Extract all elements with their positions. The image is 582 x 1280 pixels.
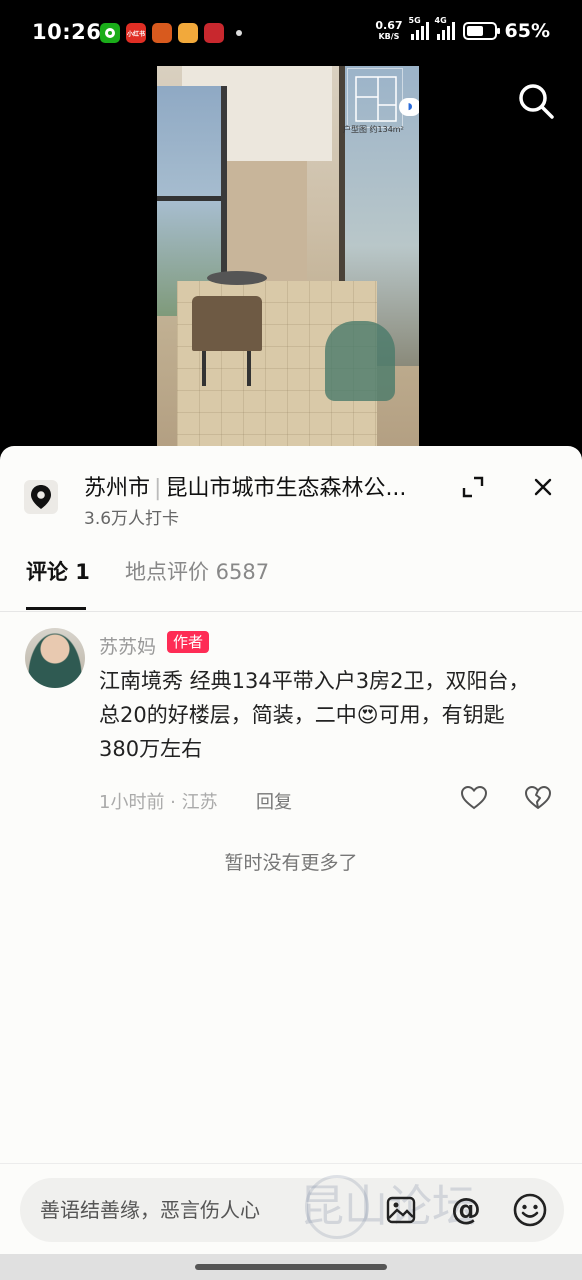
- heart-icon: [460, 785, 488, 810]
- comment-text[interactable]: 江南境秀 经典134平带入户3房2卫，双阳台，总20的好楼层，简装，二中😍可用，…: [99, 664, 539, 766]
- mention-button[interactable]: @: [448, 1192, 484, 1228]
- more-notifications-dot: [236, 30, 242, 36]
- xiaohongshu-app-icon: 小红书: [126, 23, 146, 43]
- headset-icon[interactable]: ◗: [399, 98, 419, 116]
- location-checkins: 3.6万人打卡: [84, 509, 180, 529]
- battery-icon: [462, 22, 500, 40]
- shopping-app-icon: [152, 23, 172, 43]
- image-icon: [386, 1196, 416, 1224]
- author-badge: 作者: [167, 631, 210, 653]
- comment-meta: 1小时前 · 江苏: [99, 792, 218, 813]
- comment-input[interactable]: [40, 1178, 340, 1242]
- battery-percent: 65%: [504, 20, 550, 42]
- expand-icon: [462, 476, 484, 498]
- status-time: 10:26: [32, 20, 102, 44]
- tab-comments[interactable]: 评论 1: [26, 556, 90, 586]
- balcony-photo: 户型图 约134m² ◗: [157, 66, 419, 450]
- status-bar: 10:26 小红书 0.67 KB/S 5G 4G 65%: [0, 0, 582, 66]
- comment-input-bar: 昆山论坛 @: [0, 1163, 582, 1280]
- signal-4g-label: 4G: [434, 16, 447, 25]
- active-tab-indicator: [26, 607, 86, 610]
- search-icon: [519, 84, 554, 119]
- network-speed: 0.67 KB/S: [375, 20, 402, 42]
- comments-sheet: 苏州市 | 昆山市城市生态森林公... 3.6万人打卡 评论 1 地点评价 6587…: [0, 446, 582, 1280]
- floorplan-label: 户型图 约134m²: [343, 125, 404, 134]
- location-separator: |: [154, 476, 162, 501]
- video-player[interactable]: 户型图 约134m² ◗: [0, 66, 582, 456]
- floorplan-thumbnail: [347, 68, 403, 128]
- image-button[interactable]: [385, 1194, 417, 1226]
- status-indicators: 0.67 KB/S 5G 4G 65%: [375, 16, 550, 42]
- location-title[interactable]: 苏州市 | 昆山市城市生态森林公...: [84, 470, 444, 502]
- food-app-icon: [178, 23, 198, 43]
- signal-5g-label: 5G: [408, 16, 421, 25]
- signal-5g-icon: 5G: [409, 16, 429, 40]
- emoji-button[interactable]: [512, 1192, 548, 1228]
- signal-4g-icon: 4G: [435, 16, 455, 40]
- close-button[interactable]: [530, 474, 556, 500]
- like-button[interactable]: [460, 784, 488, 812]
- location-place: 昆山市城市生态森林公...: [165, 476, 407, 501]
- heart-eyes-emoji: 😍: [356, 703, 379, 727]
- reply-button[interactable]: 回复: [256, 788, 292, 814]
- broken-heart-icon: [525, 786, 551, 809]
- avatar[interactable]: [25, 628, 85, 688]
- tab-location-reviews[interactable]: 地点评价 6587: [125, 556, 269, 586]
- location-pin-icon: [24, 480, 58, 514]
- no-more-comments: 暂时没有更多了: [224, 852, 358, 874]
- battery-level: [466, 26, 484, 36]
- comment-input-container: 昆山论坛 @: [20, 1175, 564, 1242]
- dislike-button[interactable]: [524, 784, 552, 812]
- location-city: 苏州市: [84, 476, 151, 501]
- smiley-icon: [513, 1193, 547, 1227]
- sheet-tabs: 评论 1 地点评价 6587: [0, 546, 582, 612]
- comment-author[interactable]: 苏苏妈: [99, 632, 156, 659]
- notification-app-icons: 小红书: [100, 23, 242, 43]
- expand-button[interactable]: [460, 474, 486, 500]
- game-app-icon: [204, 23, 224, 43]
- home-indicator[interactable]: [195, 1264, 387, 1270]
- wechat-app-icon: [100, 23, 120, 43]
- search-button[interactable]: [515, 80, 557, 122]
- network-speed-unit: KB/S: [378, 32, 400, 41]
- close-icon: [534, 478, 552, 496]
